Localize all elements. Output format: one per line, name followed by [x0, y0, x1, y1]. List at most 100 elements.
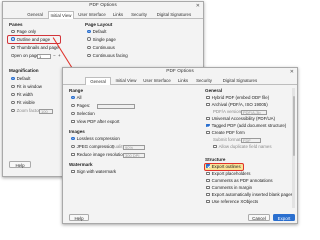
submit-format-select[interactable]: FDF — [241, 137, 261, 143]
stepper-minus-icon[interactable]: − — [53, 53, 56, 59]
mag-fit-width[interactable]: Fit width — [11, 92, 33, 98]
mag-default[interactable]: Default — [11, 76, 31, 82]
back-help-button[interactable]: Help — [9, 161, 31, 168]
checkbox-icon — [206, 95, 210, 100]
layout-single-page-label: Single page — [92, 36, 116, 42]
export-outlines-label: Export outlines — [211, 163, 241, 169]
jpeg-compression[interactable]: JPEG compression — [71, 144, 114, 150]
comments-annotations-label: Comments as PDF annotations — [211, 178, 273, 183]
range-selection[interactable]: Selection — [71, 111, 95, 117]
archival-pdfa[interactable]: Archival (PDF/A, ISO 19005) — [206, 102, 268, 108]
radio-icon — [87, 45, 91, 50]
use-reference-xobjects[interactable]: Use reference XObjects — [206, 199, 258, 205]
export-button[interactable]: Export — [273, 214, 295, 221]
mag-zoom-factor-label: Zoom factor: — [16, 108, 42, 113]
checkbox-icon — [206, 116, 210, 121]
open-on-page-field[interactable]: 1 — [37, 53, 51, 59]
back-tab-links[interactable]: Links — [110, 11, 126, 18]
mag-fit-window-label: Fit in window — [16, 84, 42, 89]
back-tab-digital-signatures[interactable]: Digital Signatures — [153, 11, 195, 18]
magnification-title: Magnification — [9, 68, 39, 73]
view-pdf-label: View PDF after export — [76, 119, 120, 124]
back-titlebar: PDF Options ✕ — [3, 2, 203, 10]
back-tab-user-interface[interactable]: User Interface — [76, 11, 108, 18]
range-pages-label: Pages: — [76, 103, 91, 108]
front-help-button[interactable]: Help — [69, 214, 89, 221]
cancel-button[interactable]: Cancel — [248, 214, 270, 221]
stepper-plus-icon[interactable]: + — [58, 53, 61, 59]
export-outlines[interactable]: Export outlines — [206, 164, 241, 170]
sign-with-watermark[interactable]: Sign with watermark — [71, 169, 116, 175]
layout-continuous[interactable]: Continuous — [87, 45, 115, 51]
front-tabbar: General Initial View User Interface Link… — [63, 76, 297, 85]
lossless-label: Lossless compression — [76, 136, 120, 141]
back-tab-general[interactable]: General — [23, 11, 47, 18]
pages-field[interactable] — [97, 103, 135, 109]
form-label: Create PDF form — [211, 130, 245, 135]
layout-default[interactable]: Default — [87, 29, 107, 35]
front-tab-digital-signatures[interactable]: Digital Signatures — [218, 77, 262, 84]
pdfa-version-select[interactable]: PDF/A-3b — [241, 109, 267, 115]
checkbox-icon — [206, 192, 210, 197]
layout-continuous-facing[interactable]: Continuous facing — [87, 53, 128, 59]
close-icon[interactable]: ✕ — [196, 2, 200, 10]
watermark-title: Watermark — [69, 162, 93, 167]
lossless-compression[interactable]: Lossless compression — [71, 136, 120, 142]
pdf-options-dialog-front: PDF Options ✕ General Initial View User … — [62, 67, 298, 224]
allow-duplicate-field-names[interactable]: Allow duplicate field names — [213, 144, 272, 150]
general-title: General — [205, 88, 223, 93]
mag-fit-visible[interactable]: Fit visible — [11, 100, 35, 106]
panes-outline-and-page[interactable]: Outline and page — [11, 37, 50, 43]
front-tab-initial-view[interactable]: Initial View — [113, 77, 139, 84]
front-tab-links[interactable]: Links — [175, 77, 191, 84]
create-pdf-form[interactable]: Create PDF form — [206, 130, 245, 136]
radio-icon — [11, 92, 15, 97]
radio-icon — [71, 111, 75, 116]
front-titlebar: PDF Options ✕ — [63, 68, 297, 76]
panes-page-only-label: Page only — [16, 29, 37, 34]
jpeg-label: JPEG compression — [76, 144, 115, 149]
front-tab-general[interactable]: General — [85, 77, 111, 85]
front-tab-user-interface[interactable]: User Interface — [141, 77, 173, 84]
tagged-pdf[interactable]: Tagged PDF (add document structure) — [206, 123, 286, 129]
universal-accessibility[interactable]: Universal Accessibility (PDF/UA) — [206, 116, 275, 122]
mag-fit-window[interactable]: Fit in window — [11, 84, 42, 90]
scrollbar-thumb[interactable] — [292, 96, 295, 156]
close-icon[interactable]: ✕ — [290, 68, 294, 76]
range-all[interactable]: All — [71, 95, 81, 101]
panes-outline-and-page-label: Outline and page — [16, 36, 51, 42]
page-layout-title: Page Layout — [85, 22, 113, 27]
export-blank-pages-label: Export automatically inserted blank page… — [211, 192, 293, 197]
layout-single-page[interactable]: Single page — [87, 37, 116, 43]
front-title: PDF Options — [166, 69, 194, 74]
checkbox-icon — [206, 178, 210, 183]
hybrid-pdf[interactable]: Hybrid PDF (embed ODF file) — [206, 95, 269, 101]
range-pages[interactable]: Pages: — [71, 103, 90, 109]
back-tab-security[interactable]: Security — [128, 11, 150, 18]
scrollbar[interactable] — [292, 88, 295, 208]
back-tab-initial-view[interactable]: Initial View — [48, 11, 74, 19]
radio-selected-icon — [11, 76, 15, 81]
zoom-factor-field[interactable]: 100 — [39, 108, 53, 114]
radio-selected-icon — [71, 136, 75, 141]
panes-title: Panes — [9, 22, 23, 27]
checkbox-icon — [213, 144, 217, 149]
comments-as-annotations[interactable]: Comments as PDF annotations — [206, 178, 273, 184]
quality-field[interactable]: 90% — [123, 144, 145, 150]
checkbox-icon — [71, 152, 75, 157]
archival-label: Archival (PDF/A, ISO 19005) — [211, 102, 268, 107]
open-on-page-label: Open on page: — [11, 53, 41, 58]
radio-icon — [71, 144, 75, 149]
comments-in-margin[interactable]: Comments in margin — [206, 185, 252, 191]
export-blank-pages[interactable]: Export automatically inserted blank page… — [206, 192, 293, 198]
comments-margin-label: Comments in margin — [211, 185, 253, 190]
reduce-field[interactable]: 300 DPI — [123, 152, 145, 158]
view-pdf-after-export[interactable]: View PDF after export — [71, 119, 119, 125]
front-tab-security[interactable]: Security — [193, 77, 215, 84]
panes-thumbnails-and-page[interactable]: Thumbnails and page — [11, 45, 59, 51]
mag-fit-visible-label: Fit visible — [16, 100, 35, 105]
tagged-label: Tagged PDF (add document structure) — [211, 123, 287, 128]
mag-zoom-factor[interactable]: Zoom factor: — [11, 108, 41, 114]
layout-continuous-label: Continuous — [92, 45, 115, 50]
export-placeholders[interactable]: Export placeholders — [206, 171, 250, 177]
